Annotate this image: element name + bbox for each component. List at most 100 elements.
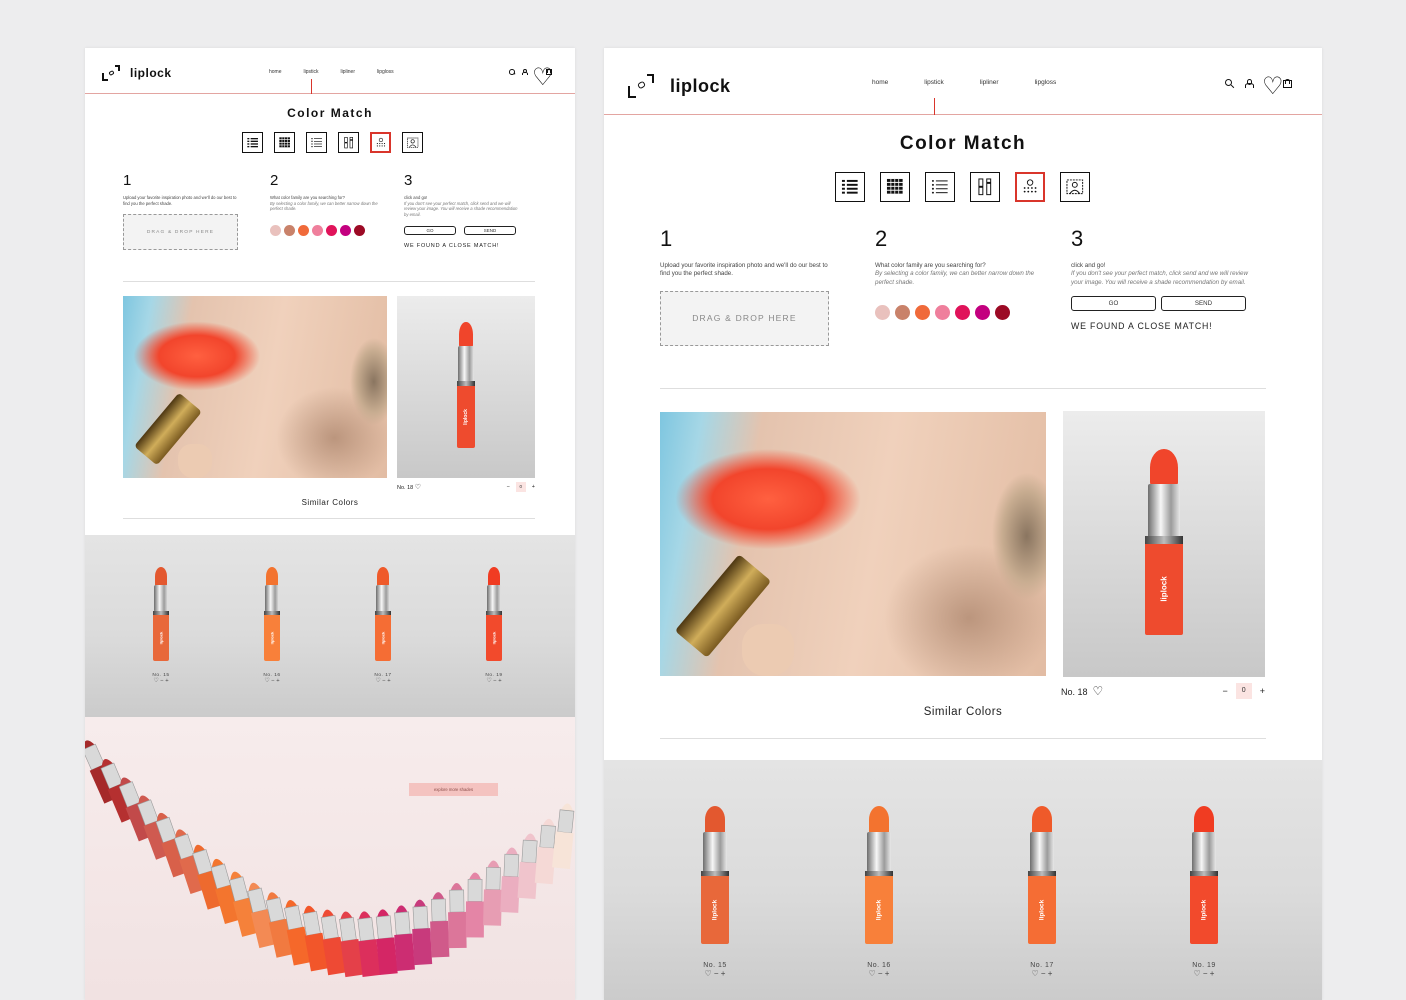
- color-swatch-4[interactable]: [312, 225, 323, 237]
- shade-card[interactable]: liplock No. 17 ♡ − +: [353, 567, 413, 684]
- color-picker-icon[interactable]: [370, 132, 391, 153]
- send-button[interactable]: SEND: [464, 225, 516, 235]
- compare-columns-icon[interactable]: [338, 132, 359, 153]
- lipstick-wordmark: liplock: [269, 631, 275, 644]
- nav-lipliner[interactable]: lipliner: [341, 69, 355, 75]
- lipstick-sleeve: [1030, 832, 1054, 873]
- color-swatch-7[interactable]: [995, 305, 1010, 321]
- color-swatch-5[interactable]: [326, 225, 337, 237]
- nav-lipgloss[interactable]: lipgloss: [1035, 79, 1057, 86]
- color-swatch-4[interactable]: [935, 305, 950, 321]
- divider: [660, 738, 1266, 739]
- color-swatch-5[interactable]: [955, 305, 970, 321]
- step-subtext: By selecting a color family, we can bett…: [875, 270, 1035, 286]
- dotted-list-icon[interactable]: [925, 172, 955, 202]
- quantity-value[interactable]: 0: [1235, 683, 1252, 699]
- color-swatch-3[interactable]: [915, 305, 930, 321]
- color-swatch-2[interactable]: [284, 225, 295, 237]
- minus-button[interactable]: −: [1222, 686, 1227, 696]
- send-button[interactable]: SEND: [1161, 296, 1246, 312]
- inspiration-photo: [123, 296, 387, 478]
- drag-drop-zone[interactable]: DRAG & DROP HERE: [660, 290, 829, 346]
- swatch-list: [875, 305, 1053, 321]
- shade-actions[interactable]: ♡ − +: [242, 678, 302, 684]
- header-icons: [509, 66, 554, 90]
- color-swatch-1[interactable]: [875, 305, 890, 321]
- shade-card[interactable]: liplock No. 16 ♡ − +: [242, 567, 302, 684]
- similar-colors-strip: liplock No. 15 ♡ − + liplock No. 16 ♡ − + lipl…: [85, 535, 575, 717]
- action-row: GO SEND: [404, 225, 522, 235]
- shade-actions[interactable]: ♡ − +: [1011, 969, 1073, 978]
- grid-view-icon[interactable]: [880, 172, 910, 202]
- nav-lipgloss[interactable]: lipgloss: [377, 69, 394, 75]
- nav-lipliner[interactable]: lipliner: [980, 79, 999, 86]
- lipstick-bullet: [377, 567, 389, 586]
- shade-card[interactable]: liplock No. 19 ♡ − +: [464, 567, 524, 684]
- go-button[interactable]: GO: [1071, 296, 1156, 312]
- lipstick-sleeve: [1147, 484, 1181, 539]
- heart-icon[interactable]: ♡: [415, 484, 421, 491]
- shade-card[interactable]: liplock No. 17 ♡ − +: [1011, 806, 1073, 978]
- nav-lipstick[interactable]: lipstick: [304, 69, 319, 94]
- shade-card[interactable]: liplock No. 15 ♡ − +: [131, 567, 191, 684]
- color-swatch-3[interactable]: [298, 225, 309, 237]
- compare-columns-icon[interactable]: [970, 172, 1000, 202]
- header-icons: [1225, 75, 1293, 99]
- lipstick-wordmark: liplock: [1200, 899, 1208, 920]
- logo[interactable]: liplock: [102, 65, 172, 81]
- lipstick-sleeve: [867, 832, 891, 873]
- shade-label: No. 15: [703, 962, 727, 969]
- shade-actions[interactable]: ♡ − +: [353, 678, 413, 684]
- bag-icon[interactable]: [1282, 79, 1293, 88]
- quantity-value[interactable]: 0: [515, 482, 526, 492]
- explore-shades-button[interactable]: explore more shades: [409, 783, 498, 796]
- grid-view-icon[interactable]: [274, 132, 295, 153]
- user-icon[interactable]: [521, 69, 529, 75]
- photo-upload-icon[interactable]: [402, 132, 423, 153]
- lipstick-image: liplock: [1141, 449, 1187, 635]
- shade-actions[interactable]: ♡ − +: [464, 678, 524, 684]
- shade-actions[interactable]: ♡ − +: [131, 678, 191, 684]
- color-swatch-6[interactable]: [340, 225, 351, 237]
- nav-home[interactable]: home: [872, 79, 888, 86]
- heart-icon[interactable]: ♡: [1093, 684, 1104, 698]
- go-button[interactable]: GO: [404, 225, 456, 235]
- search-icon[interactable]: [509, 69, 515, 75]
- color-swatch-1[interactable]: [270, 225, 281, 237]
- product-card[interactable]: liplock: [1063, 411, 1265, 677]
- search-icon[interactable]: [1225, 79, 1234, 88]
- shade-actions[interactable]: ♡ − +: [684, 969, 746, 978]
- lipstick-wordmark: liplock: [491, 631, 497, 644]
- step-number: 3: [1071, 226, 1084, 251]
- site-header: liplock home lipstick lipliner lipgloss: [85, 48, 575, 94]
- shade-card[interactable]: liplock No. 16 ♡ − +: [848, 806, 910, 978]
- color-swatch-6[interactable]: [975, 305, 990, 321]
- list-view-icon[interactable]: [835, 172, 865, 202]
- heart-icon[interactable]: [1262, 75, 1284, 99]
- lipstick-wordmark: liplock: [158, 631, 164, 644]
- shade-actions[interactable]: ♡ − +: [1173, 969, 1235, 978]
- lipstick-image: liplock: [262, 567, 282, 661]
- dotted-list-icon[interactable]: [306, 132, 327, 153]
- photo-hand: [742, 624, 794, 676]
- color-picker-icon[interactable]: [1015, 172, 1045, 202]
- nav-home[interactable]: home: [269, 69, 282, 75]
- plus-button[interactable]: +: [1260, 686, 1265, 696]
- product-info: No. 18 ♡: [1061, 684, 1103, 698]
- photo-upload-icon[interactable]: [1060, 172, 1090, 202]
- color-swatch-2[interactable]: [895, 305, 910, 321]
- nav-lipstick[interactable]: lipstick: [924, 79, 944, 115]
- list-view-icon[interactable]: [242, 132, 263, 153]
- product-card[interactable]: liplock: [397, 296, 535, 478]
- bag-icon[interactable]: [545, 69, 553, 75]
- heart-icon[interactable]: [532, 66, 554, 90]
- plus-button[interactable]: +: [532, 484, 535, 490]
- user-icon[interactable]: [1244, 79, 1255, 88]
- shade-actions[interactable]: ♡ − +: [848, 969, 910, 978]
- minus-button[interactable]: −: [507, 484, 510, 490]
- shade-card[interactable]: liplock No. 19 ♡ − +: [1173, 806, 1235, 978]
- shade-card[interactable]: liplock No. 15 ♡ − +: [684, 806, 746, 978]
- drag-drop-zone[interactable]: DRAG & DROP HERE: [123, 214, 238, 251]
- color-swatch-7[interactable]: [354, 225, 365, 237]
- logo[interactable]: liplock: [628, 74, 731, 98]
